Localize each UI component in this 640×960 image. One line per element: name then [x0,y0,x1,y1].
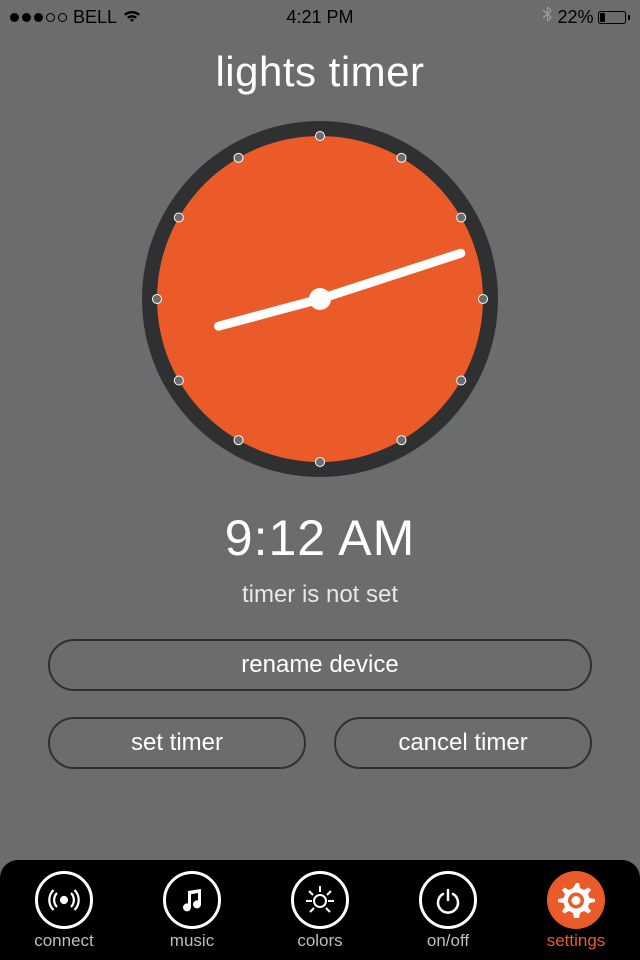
status-bar: BELL 4:21 PM 22% [0,0,640,34]
rename-device-button[interactable]: rename device [48,639,592,691]
set-timer-button[interactable]: set timer [48,717,306,769]
status-time: 4:21 PM [286,7,353,28]
battery-percent: 22% [557,7,593,28]
signal-strength-icon [10,13,67,22]
tab-colors[interactable]: colors [256,868,384,954]
main-content: lights timer 9:12 AM timer is not set re… [0,34,640,860]
status-left: BELL [10,7,141,28]
tab-label: music [170,931,214,951]
tab-label: settings [547,931,606,951]
status-right: 22% [542,6,630,29]
tab-settings[interactable]: settings [512,868,640,954]
timer-status: timer is not set [242,581,398,609]
time-display: 9:12 AM [225,509,415,567]
power-icon [419,871,477,929]
cancel-timer-button[interactable]: cancel timer [334,717,592,769]
tab-label: colors [297,931,342,951]
music-icon [163,871,221,929]
battery-icon [598,11,631,24]
tab-bar: connect music colors on/off settings [0,860,640,960]
clock-face[interactable] [135,114,505,489]
page-title: lights timer [215,48,424,96]
tab-onoff[interactable]: on/off [384,868,512,954]
colors-icon [291,871,349,929]
bluetooth-icon [542,6,553,29]
tab-label: on/off [427,931,469,951]
tab-music[interactable]: music [128,868,256,954]
tab-connect[interactable]: connect [0,868,128,954]
carrier-label: BELL [73,7,117,28]
connect-icon [35,871,93,929]
tab-label: connect [34,931,94,951]
settings-icon [547,871,605,929]
wifi-icon [123,7,141,28]
